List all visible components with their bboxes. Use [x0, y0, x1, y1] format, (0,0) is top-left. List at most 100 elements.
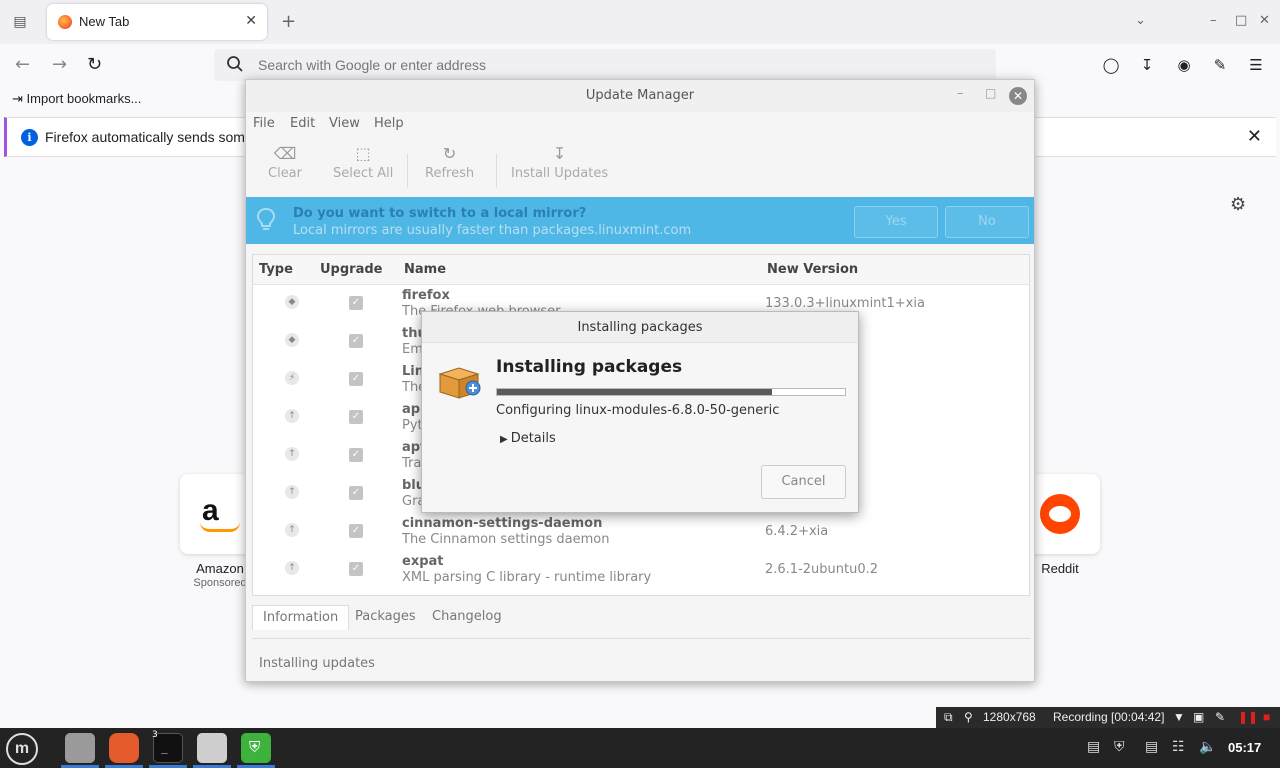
upgrade-checkbox[interactable]: ✓	[349, 524, 363, 538]
notice-text: Firefox automatically sends some	[45, 129, 253, 145]
notice-close-icon[interactable]: ✕	[1247, 126, 1262, 147]
tab-information[interactable]: Information	[252, 605, 350, 630]
update-manager-titlebar[interactable]: Update Manager – □ ✕	[246, 80, 1034, 112]
upgrade-checkbox[interactable]: ✓	[349, 486, 363, 500]
firefox-tab-bar: ▤ New Tab ✕ + ⌄ – □ ✕	[0, 0, 1280, 44]
back-arrow-icon[interactable]: ←	[15, 54, 30, 75]
refresh-button[interactable]: ↻ Refresh	[425, 144, 474, 181]
refresh-icon: ↻	[442, 144, 457, 163]
account-icon[interactable]: ◉	[1174, 55, 1194, 75]
package-box-icon	[438, 367, 481, 399]
extensions-icon[interactable]: ✎	[1210, 55, 1230, 75]
list-header: Type Upgrade Name New Version	[253, 255, 1029, 285]
network-tray-icon[interactable]: ☷	[1172, 739, 1185, 755]
upgrade-checkbox[interactable]: ✓	[349, 448, 363, 462]
shield-tray-icon[interactable]: ⛨	[1114, 739, 1125, 755]
restore-window-icon[interactable]: ⧉	[944, 710, 953, 725]
select-all-button[interactable]: ⬚ Select All	[333, 144, 393, 181]
um-maximize-icon[interactable]: □	[985, 86, 996, 100]
tab-packages[interactable]: Packages	[345, 605, 426, 630]
pen-icon[interactable]: ✎	[1215, 710, 1225, 724]
forward-arrow-icon[interactable]: →	[52, 54, 67, 75]
mirror-yes-button[interactable]: Yes	[854, 206, 938, 238]
col-name[interactable]: Name	[404, 262, 446, 277]
tab-new-tab[interactable]: New Tab ✕	[47, 4, 267, 40]
lightbulb-icon	[256, 207, 276, 230]
firefox-app-icon[interactable]	[109, 733, 139, 763]
tab-close-icon[interactable]: ✕	[245, 13, 257, 29]
firefox-favicon-icon	[58, 15, 72, 29]
clock: 05:17	[1228, 740, 1262, 755]
cancel-button[interactable]: Cancel	[761, 465, 846, 499]
reload-icon[interactable]: ↻	[87, 54, 102, 75]
kernel-type-icon: ⚡	[285, 371, 299, 385]
clear-button[interactable]: ⌫ Clear	[268, 144, 302, 181]
upgrade-checkbox[interactable]: ✓	[349, 334, 363, 348]
update-type-icon: ↑	[285, 523, 299, 537]
list-all-tabs-chevron-icon[interactable]: ⌄	[1135, 13, 1146, 28]
update-type-icon: ↑	[285, 409, 299, 423]
clear-icon: ⌫	[273, 144, 297, 163]
install-updates-button[interactable]: ↧ Install Updates	[511, 144, 608, 181]
mirror-no-button[interactable]: No	[945, 206, 1029, 238]
settings-app-icon[interactable]	[197, 733, 227, 763]
window-close-icon[interactable]: ✕	[1259, 13, 1270, 28]
stop-icon[interactable]: ■	[1263, 710, 1270, 724]
clipboard-tray-icon[interactable]: ▤	[1087, 739, 1100, 755]
toolbar-separator	[496, 154, 497, 188]
recording-timer: Recording [00:04:42]	[1053, 710, 1165, 724]
package-description: Tra	[402, 456, 422, 471]
window-maximize-icon[interactable]: □	[1235, 13, 1247, 28]
update-row[interactable]: ↑ ✓ cinnamon-settings-daemon The Cinnamon s…	[253, 513, 1029, 551]
progress-fill	[497, 389, 772, 395]
recording-resolution: 1280x768	[983, 710, 1036, 724]
downloads-icon[interactable]: ↧	[1137, 55, 1157, 75]
newtab-settings-gear-icon[interactable]: ⚙	[1230, 194, 1246, 215]
pause-icon[interactable]: ❚❚	[1238, 710, 1258, 724]
package-name: expat	[402, 554, 444, 569]
zoom-icon[interactable]: ⚲	[964, 710, 973, 724]
search-icon	[227, 56, 243, 72]
menu-hamburger-icon[interactable]: ☰	[1246, 55, 1266, 75]
upgrade-checkbox[interactable]: ✓	[349, 372, 363, 386]
update-row[interactable]: ↑ ✓ expat XML parsing C library - runtime l…	[253, 551, 1029, 589]
menu-help[interactable]: Help	[374, 116, 404, 131]
pocket-icon[interactable]: ◯	[1101, 55, 1121, 75]
volume-tray-icon[interactable]: 🔈	[1199, 739, 1216, 755]
files-app-icon[interactable]	[65, 733, 95, 763]
menu-file[interactable]: File	[253, 116, 275, 131]
new-tab-plus-icon[interactable]: +	[281, 11, 296, 32]
tab-changelog[interactable]: Changelog	[422, 605, 512, 630]
reddit-logo	[1040, 494, 1080, 534]
upgrade-checkbox[interactable]: ✓	[349, 296, 363, 310]
import-bookmarks-link[interactable]: ⇥ Import bookmarks...	[12, 91, 141, 107]
col-type[interactable]: Type	[259, 262, 293, 277]
upgrade-checkbox[interactable]: ✓	[349, 562, 363, 576]
tab-list-icon[interactable]: ▤	[10, 12, 30, 32]
security-type-icon: ◆	[285, 295, 299, 309]
window-minimize-icon[interactable]: –	[1210, 13, 1217, 28]
expander-triangle-icon: ▶	[500, 434, 508, 445]
details-expander[interactable]: ▶ Details	[500, 431, 556, 446]
menu-view[interactable]: View	[329, 116, 360, 131]
menu-edit[interactable]: Edit	[290, 116, 315, 131]
package-name: firefox	[402, 288, 450, 303]
um-minimize-icon[interactable]: –	[957, 86, 964, 101]
install-progress-bar	[496, 388, 846, 396]
um-close-icon[interactable]: ✕	[1009, 87, 1027, 105]
update-manager-app-icon[interactable]: ⛨	[241, 733, 271, 763]
mint-menu-icon[interactable]: m	[6, 733, 38, 765]
mirror-question: Do you want to switch to a local mirror?	[293, 206, 587, 221]
update-toolbar: ⌫ Clear ⬚ Select All ↻ Refresh ↧ Install…	[246, 144, 1034, 196]
url-bar[interactable]	[214, 49, 996, 81]
col-upgrade[interactable]: Upgrade	[320, 262, 382, 277]
dialog-titlebar[interactable]: Installing packages	[422, 312, 858, 343]
terminal-app-icon[interactable]: 3 _	[152, 730, 183, 763]
rec-dropdown-icon[interactable]: ▼	[1173, 710, 1185, 724]
camera-icon[interactable]: ▣	[1193, 710, 1204, 724]
upgrade-checkbox[interactable]: ✓	[349, 410, 363, 424]
url-input[interactable]	[258, 53, 958, 77]
notes-tray-icon[interactable]: ▤	[1145, 739, 1158, 755]
status-text: Installing updates	[259, 656, 375, 671]
col-new-version[interactable]: New Version	[767, 262, 858, 277]
